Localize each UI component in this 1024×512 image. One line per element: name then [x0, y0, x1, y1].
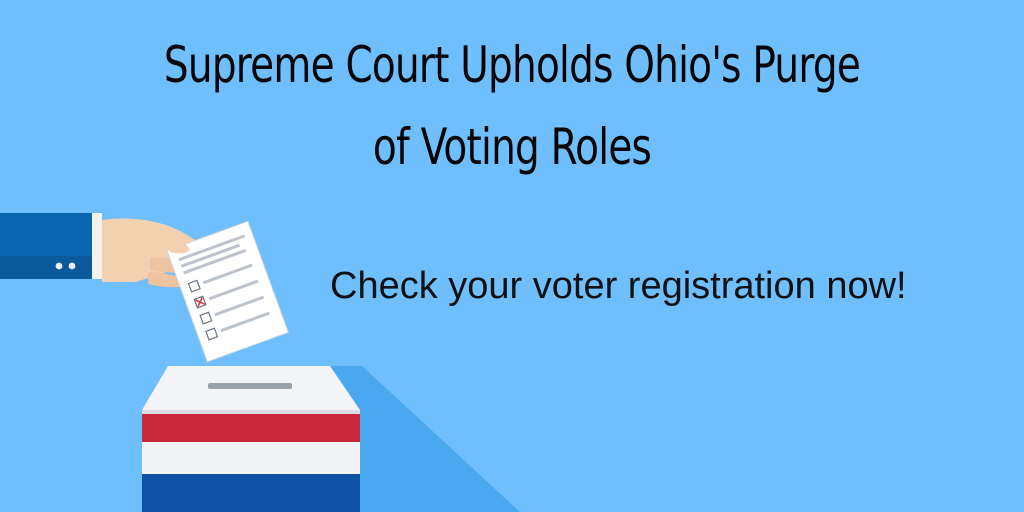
blue-stripe	[142, 474, 360, 512]
banner-canvas: Supreme Court Upholds Ohio's Purge of Vo…	[0, 0, 1024, 512]
red-stripe	[142, 414, 360, 442]
shirt-cuff	[92, 213, 102, 279]
white-stripe	[142, 442, 360, 474]
cufflink-button	[68, 262, 76, 270]
ballot-box-rim	[142, 410, 360, 414]
sleeve-shade	[0, 256, 98, 279]
cufflink-button	[55, 262, 63, 270]
ballot-box	[142, 366, 360, 512]
tagline: Check your voter registration now!	[330, 265, 907, 307]
ballot-box-with-hand-illustration	[0, 213, 520, 512]
ballot-slot	[208, 383, 292, 389]
sleeve	[0, 213, 102, 279]
